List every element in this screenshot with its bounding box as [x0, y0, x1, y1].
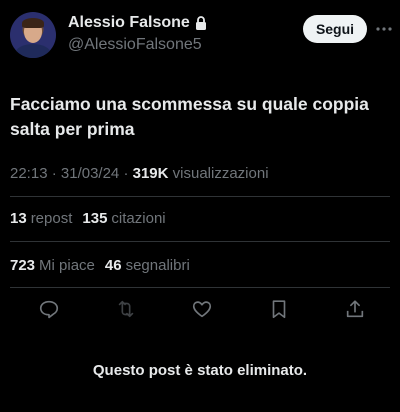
- like-icon[interactable]: [190, 297, 214, 321]
- quotes-label: citazioni: [111, 210, 166, 227]
- avatar-hair: [22, 18, 44, 28]
- reposts-count: 13: [10, 210, 27, 227]
- views-count: 319K: [132, 165, 169, 182]
- post-meta: 22:13 · 31/03/24 · 319K visualizzazioni: [10, 165, 269, 182]
- likes-bookmarks-row: 723 Mi piace 46 segnalibri: [10, 257, 190, 274]
- quotes-stat[interactable]: 135 citazioni: [82, 210, 165, 227]
- deleted-post-notice: Questo post è stato eliminato.: [92, 362, 308, 379]
- bookmark-icon[interactable]: [267, 297, 291, 321]
- author-handle[interactable]: @AlessioFalsone5: [68, 36, 202, 54]
- repost-icon[interactable]: [114, 297, 138, 321]
- reposts-stat[interactable]: 13 repost: [10, 210, 72, 227]
- likes-stat[interactable]: 723 Mi piace: [10, 257, 95, 274]
- bookmarks-stat[interactable]: 46 segnalibri: [105, 257, 190, 274]
- follow-button[interactable]: Segui: [303, 15, 367, 43]
- meta-separator: ·: [123, 165, 133, 182]
- author-display-name[interactable]: Alessio Falsone: [68, 14, 190, 32]
- lock-icon: [195, 16, 207, 30]
- post-date[interactable]: 31/03/24: [61, 165, 119, 182]
- divider: [10, 196, 390, 197]
- meta-separator: ·: [51, 165, 61, 182]
- avatar[interactable]: [10, 12, 56, 58]
- quotes-count: 135: [82, 210, 108, 227]
- post-text: Facciamo una scommessa su quale coppia s…: [10, 94, 369, 139]
- views-label: visualizzazioni: [172, 165, 269, 182]
- bookmarks-count: 46: [104, 257, 122, 274]
- avatar-shoulders: [15, 44, 51, 58]
- reposts-label: repost: [30, 210, 73, 227]
- post-detail: Alessio Falsone @AlessioFalsone5 Segui F…: [0, 0, 400, 412]
- more-horizontal-icon[interactable]: [374, 19, 394, 39]
- reply-icon[interactable]: [37, 297, 61, 321]
- divider: [10, 287, 390, 288]
- author-name-row: Alessio Falsone: [68, 14, 207, 32]
- divider: [10, 241, 390, 242]
- post-time[interactable]: 22:13: [10, 165, 48, 182]
- reposts-quotes-row: 13 repost 135 citazioni: [10, 210, 166, 227]
- likes-label: Mi piace: [39, 257, 95, 274]
- share-icon[interactable]: [343, 297, 367, 321]
- likes-count: 723: [10, 257, 36, 274]
- action-bar: [0, 297, 400, 323]
- bookmarks-label: segnalibri: [125, 257, 190, 274]
